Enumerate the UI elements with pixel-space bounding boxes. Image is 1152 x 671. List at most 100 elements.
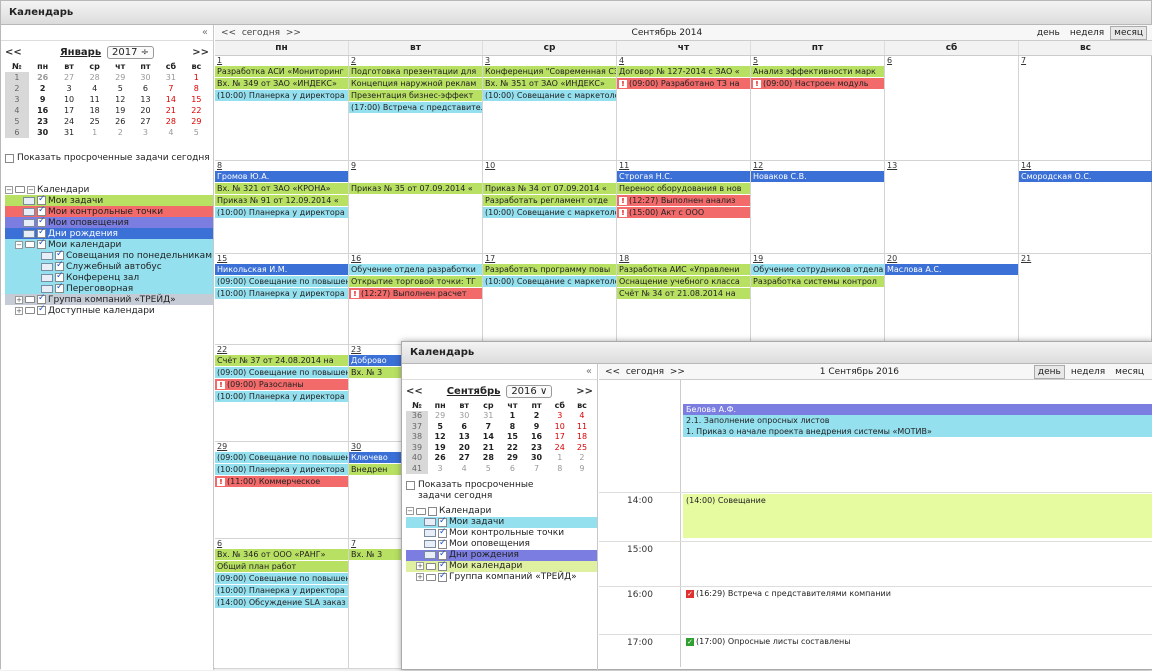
calendar-event[interactable]: Презентация бизнес-эффект [349,90,482,101]
mini-day[interactable]: 24 [56,116,81,127]
overlay-next-period[interactable]: >> [670,367,685,377]
day-cell[interactable]: 12 Новаков С.В. [751,161,885,253]
overlay-prev-button[interactable]: << [406,386,423,397]
mini-day[interactable]: 3 [428,463,452,474]
day-number[interactable]: 20 [885,254,1018,264]
calendar-event[interactable]: ! (12:27) Выполнен расчет [349,288,482,299]
mini-day[interactable]: 5 [476,463,500,474]
overlay-tree-group[interactable]: + Группа компаний «ТРЕЙД» [406,571,597,583]
tree-item-checkpoints[interactable]: Мои контрольные точки [5,205,213,217]
checkbox[interactable] [37,304,46,315]
day-cell[interactable]: 16 Обучение отдела разработки Открытие тор… [349,254,483,344]
calendar-event[interactable]: ! (15:00) Акт с ООО [617,207,750,218]
mini-day[interactable]: 13 [133,94,158,105]
calendar-event[interactable]: (10:00) Совещание с маркетолог [483,90,616,101]
tree-item-my-calendars[interactable]: − Мои календари [5,238,213,250]
calendar-event[interactable]: Приказ № 34 от 07.09.2014 « [483,183,616,194]
checkbox[interactable] [438,538,447,549]
day-number[interactable]: 15 [215,254,348,264]
mini-day[interactable]: 9 [571,463,593,474]
overlay-tree-my-calendars[interactable]: + Мои календари [406,560,597,572]
mini-day[interactable]: 6 [500,463,524,474]
checkbox[interactable] [55,282,64,293]
tree-item-notifications[interactable]: Мои оповещения [5,216,213,228]
day-number[interactable]: 8 [215,161,348,171]
mini-day[interactable]: 7 [158,83,184,94]
event-meeting[interactable]: (14:00) Совещание [683,494,1152,538]
event-item[interactable]: 1. Приказ о начале проекта внедрения сис… [683,426,1152,437]
mini-day[interactable]: 27 [452,453,476,464]
calendar-event[interactable]: (09:00) Совещание по повышен [215,452,348,463]
mini-day[interactable]: 2 [29,83,57,94]
mini-day[interactable]: 13 [452,432,476,443]
mini-day[interactable]: 12 [428,432,452,443]
mini-day[interactable]: 2 [524,411,548,422]
calendar-event[interactable]: Анализ эффективности марк [751,66,884,77]
day-number[interactable]: 17 [483,254,616,264]
mini-day[interactable]: 2 [108,127,133,138]
mini-day[interactable]: 14 [158,94,184,105]
overlay-year-select[interactable]: 2016 ∨ [506,384,553,398]
mini-day[interactable]: 1 [82,127,108,138]
tree-item-conference[interactable]: Конференц зал [5,271,213,283]
mini-day[interactable]: 23 [524,442,548,453]
day-number[interactable]: 7 [1019,56,1152,66]
calendar-event[interactable]: ! (09:00) Разосланы [215,379,348,390]
calendar-event[interactable]: Счёт № 37 от 24.08.2014 на [215,355,348,366]
mini-day[interactable]: 15 [184,94,209,105]
checkbox[interactable] [37,194,46,205]
day-number[interactable]: 6 [885,56,1018,66]
day-cell[interactable]: 3 Конференция "Современная СЭ Вх. № 351 от… [483,56,617,160]
mini-day[interactable]: 17 [56,105,81,116]
calendar-event[interactable]: Строгая Н.С. [617,171,750,182]
day-cell[interactable]: 17 Разработать программу повы (10:00) Сове… [483,254,617,344]
day-number[interactable]: 12 [751,161,884,171]
mini-day[interactable]: 19 [108,105,133,116]
calendar-event[interactable]: Разработать регламент отде [483,195,616,206]
overlay-overdue-checkbox[interactable] [406,480,415,490]
mini-day[interactable]: 30 [29,127,57,138]
mini-day[interactable]: 6 [133,83,158,94]
mini-day[interactable]: 19 [428,442,452,453]
checkbox[interactable] [428,506,437,516]
overdue-checkbox[interactable] [5,153,14,163]
day-number[interactable]: 18 [617,254,750,264]
mini-day[interactable]: 15 [500,432,524,443]
calendar-event[interactable]: Громов Ю.А. [215,171,348,182]
calendar-event[interactable]: Вх. № 346 от ООО «РАНГ» [215,549,348,560]
checkbox[interactable] [438,516,447,527]
mini-day[interactable]: 20 [133,105,158,116]
collapse-icon[interactable]: − [15,240,23,249]
overlay-today-button[interactable]: сегодня [626,367,664,377]
calendar-event[interactable]: (10:00) Планерка у директора [215,207,348,218]
tree-item-bus[interactable]: Служебный автобус [5,260,213,272]
day-cell[interactable]: 5 Анализ эффективности марк! (09:00) Настр… [751,56,885,160]
mini-day[interactable]: 6 [452,421,476,432]
year-select[interactable]: 2017 ÷ [107,45,155,59]
checkbox[interactable] [55,249,64,260]
expand-icon[interactable]: + [416,562,424,570]
checkbox[interactable] [37,205,46,216]
expand-icon[interactable]: + [15,306,23,315]
mini-day[interactable]: 24 [549,442,571,453]
overlay-overdue-toggle[interactable]: Показать просроченные задачи сегодня [402,480,597,502]
calendar-event[interactable]: Вх. № 349 от ЗАО «ИНДЕКС» [215,78,348,89]
day-number[interactable]: 13 [885,161,1018,171]
mini-day[interactable]: 7 [524,463,548,474]
calendar-event[interactable]: Никольская И.М. [215,264,348,275]
day-cell[interactable]: 6 Вх. № 346 от ООО «РАНГ» Общий план работ… [215,539,349,668]
day-number[interactable]: 5 [751,56,884,66]
day-number[interactable]: 3 [483,56,616,66]
prev-year-button[interactable]: << [5,47,22,58]
mini-day[interactable]: 28 [82,72,108,83]
tree-item-my-tasks[interactable]: Мои задачи [5,194,213,206]
calendar-event[interactable]: Обучение отдела разработки [349,264,482,275]
mini-day[interactable]: 10 [56,94,81,105]
mini-day[interactable]: 26 [108,116,133,127]
calendar-event[interactable]: Концепция наружной реклам [349,78,482,89]
mini-day[interactable]: 10 [549,421,571,432]
calendar-event[interactable]: Вх. № 321 от ЗАО «КРОНА» [215,183,348,194]
calendar-event[interactable]: Открытие торговой точки: ТГ [349,276,482,287]
view-week[interactable]: неделя [1066,26,1108,40]
checkbox[interactable] [37,227,46,238]
